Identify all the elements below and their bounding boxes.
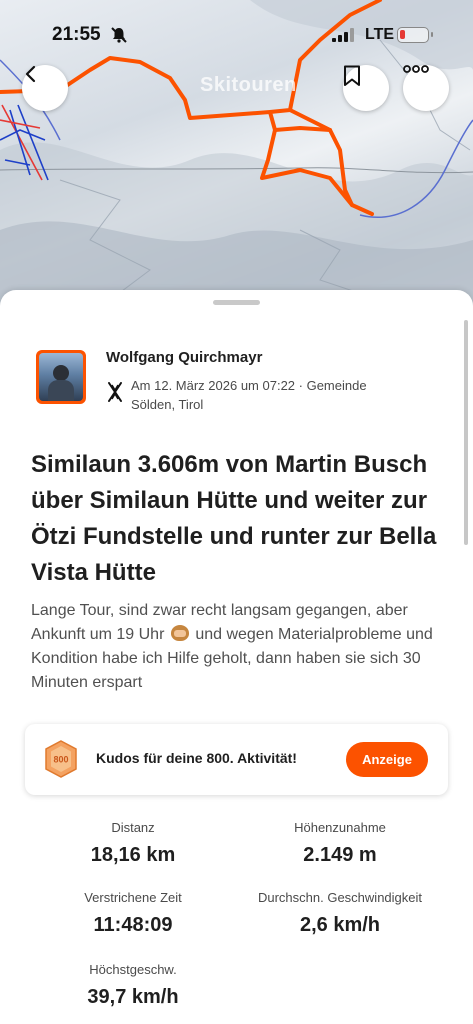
- kudos-message: Kudos für deine 800. Aktivität!: [96, 750, 297, 766]
- stat-label: Höchstgeschw.: [89, 962, 177, 977]
- stat-label: Distanz: [111, 820, 155, 835]
- stat-elapsed-time: Verstrichene Zeit 11:48:09: [60, 890, 206, 937]
- kudos-card: 800 Kudos für deine 800. Aktivität! Anze…: [25, 724, 448, 795]
- back-button[interactable]: [22, 65, 68, 111]
- show-kudos-button[interactable]: Anzeige: [346, 742, 428, 777]
- activity-detail-sheet: Wolfgang Quirchmayr Am 12. März 2026 um …: [0, 290, 473, 1024]
- stat-average-speed: Durchschn. Geschwindigkeit 2,6 km/h: [244, 890, 436, 937]
- stat-label: Höhenzunahme: [294, 820, 386, 835]
- more-dots-icon: [403, 65, 429, 73]
- map-overlay-label: Skitouren: [200, 74, 297, 96]
- stat-max-speed: Höchstgeschw. 39,7 km/h: [60, 962, 206, 1009]
- badge-number: 800: [53, 755, 68, 765]
- stat-value: 2,6 km/h: [299, 914, 381, 936]
- save-route-button[interactable]: [343, 65, 389, 111]
- athlete-name[interactable]: Wolfgang Quirchmayr: [106, 349, 262, 366]
- ski-touring-icon: [108, 382, 122, 402]
- stat-distance: Distanz 18,16 km: [60, 820, 206, 867]
- activity-description: Lange Tour, sind zwar recht langsam gega…: [31, 599, 451, 695]
- milestone-badge-icon: 800: [45, 740, 77, 778]
- sheet-drag-handle[interactable]: [213, 300, 260, 305]
- battery-icon: [397, 27, 433, 43]
- chevron-left-icon: [25, 65, 36, 83]
- stat-value: 2.149 m: [303, 844, 377, 866]
- cellular-signal-icon: [332, 28, 354, 42]
- status-bar: 21:55 LTE: [0, 0, 473, 60]
- athlete-avatar[interactable]: [36, 350, 86, 404]
- status-time: 21:55: [52, 24, 101, 45]
- stat-value: 18,16 km: [90, 844, 176, 866]
- stat-label: Durchschn. Geschwindigkeit: [257, 890, 423, 905]
- bookmark-icon: [344, 65, 360, 86]
- activity-date-location: Am 12. März 2026 um 07:22 · Gemeinde Söl…: [131, 378, 367, 412]
- stat-value: 39,7 km/h: [87, 986, 179, 1008]
- stat-label: Verstrichene Zeit: [84, 890, 182, 905]
- stat-value: 11:48:09: [93, 914, 173, 936]
- scrollbar[interactable]: [464, 320, 468, 545]
- network-type: LTE: [365, 26, 395, 43]
- activity-title: Similaun 3.606m von Martin Busch über Si…: [31, 451, 437, 586]
- stat-elevation-gain: Höhenzunahme 2.149 m: [264, 820, 416, 867]
- see-no-evil-monkey-icon: [170, 625, 189, 641]
- more-options-button[interactable]: [403, 65, 449, 111]
- muted-bell-icon: [111, 27, 127, 43]
- activity-map[interactable]: Skitouren 21:55 LTE: [0, 0, 473, 310]
